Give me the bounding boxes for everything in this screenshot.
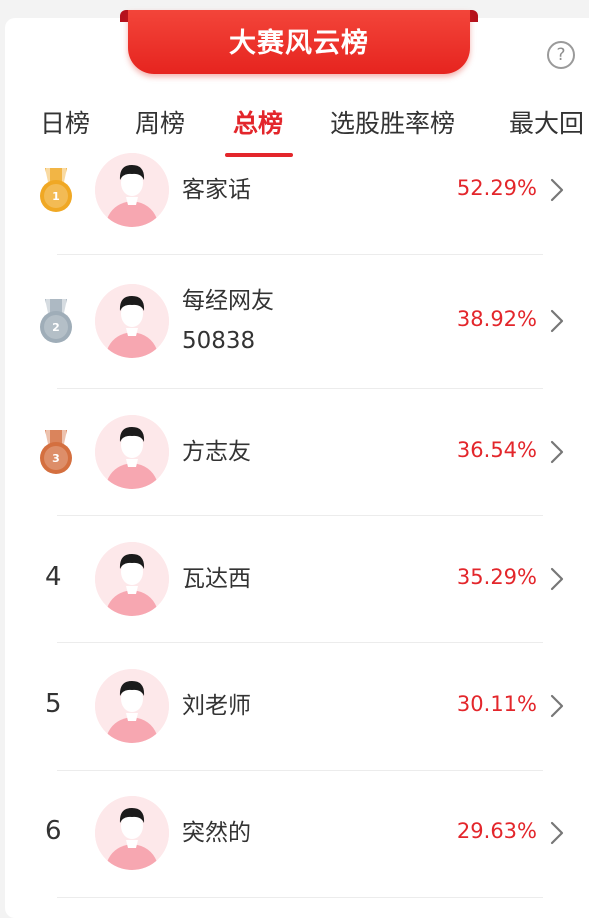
rank-number: 4 <box>45 562 62 592</box>
win-rate: 38.92% <box>456 307 537 331</box>
avatar[interactable] <box>95 153 169 227</box>
gold-medal-icon: 1 <box>36 166 76 214</box>
chevron-right-icon[interactable] <box>549 566 565 592</box>
svg-text:3: 3 <box>52 452 60 465</box>
leaderboard-row[interactable]: 6 突然的 29.63% <box>0 773 589 893</box>
bronze-medal-icon: 3 <box>36 428 76 476</box>
user-name: 客家话 <box>182 177 251 203</box>
rank-number: 6 <box>45 816 62 846</box>
leaderboard-row[interactable]: 4 瓦达西 35.29% <box>0 519 589 639</box>
avatar[interactable] <box>95 669 169 743</box>
win-rate: 36.54% <box>456 438 537 462</box>
user-name: 瓦达西 <box>182 566 251 592</box>
row-divider <box>57 388 543 389</box>
leaderboard-row[interactable]: 1 客家话 52.29% <box>0 130 589 250</box>
user-name: 刘老师 <box>182 693 251 719</box>
row-divider <box>57 770 543 771</box>
rank-number: 5 <box>45 689 62 719</box>
avatar[interactable] <box>95 415 169 489</box>
banner-ribbon: 大赛风云榜 <box>118 0 480 80</box>
chevron-right-icon[interactable] <box>549 820 565 846</box>
leaderboard-row[interactable]: 2 50838 每经网友 38.92% <box>0 261 589 381</box>
leaderboard-row[interactable]: 5 刘老师 30.11% <box>0 646 589 766</box>
chevron-right-icon[interactable] <box>549 308 565 334</box>
row-divider <box>57 642 543 643</box>
silver-medal-icon: 2 <box>36 297 76 345</box>
row-divider <box>57 897 543 898</box>
banner-title: 大赛风云榜 <box>128 10 470 74</box>
help-icon[interactable]: ? <box>547 41 575 69</box>
svg-text:1: 1 <box>52 190 60 203</box>
leaderboard-row[interactable]: 3 方志友 36.54% <box>0 392 589 512</box>
user-name: 突然的 <box>182 820 251 846</box>
win-rate: 30.11% <box>456 692 537 716</box>
win-rate: 52.29% <box>456 176 537 200</box>
chevron-right-icon[interactable] <box>549 177 565 203</box>
win-rate: 29.63% <box>456 819 537 843</box>
user-name: 每经网友 <box>182 288 274 314</box>
chevron-right-icon[interactable] <box>549 693 565 719</box>
avatar[interactable] <box>95 796 169 870</box>
chevron-right-icon[interactable] <box>549 439 565 465</box>
avatar[interactable] <box>95 542 169 616</box>
svg-text:2: 2 <box>52 321 60 334</box>
row-divider <box>57 515 543 516</box>
avatar[interactable] <box>95 284 169 358</box>
row-divider <box>57 254 543 255</box>
user-name: 方志友 <box>182 439 251 465</box>
win-rate: 35.29% <box>456 565 537 589</box>
user-name-line2: 50838 <box>182 328 256 354</box>
